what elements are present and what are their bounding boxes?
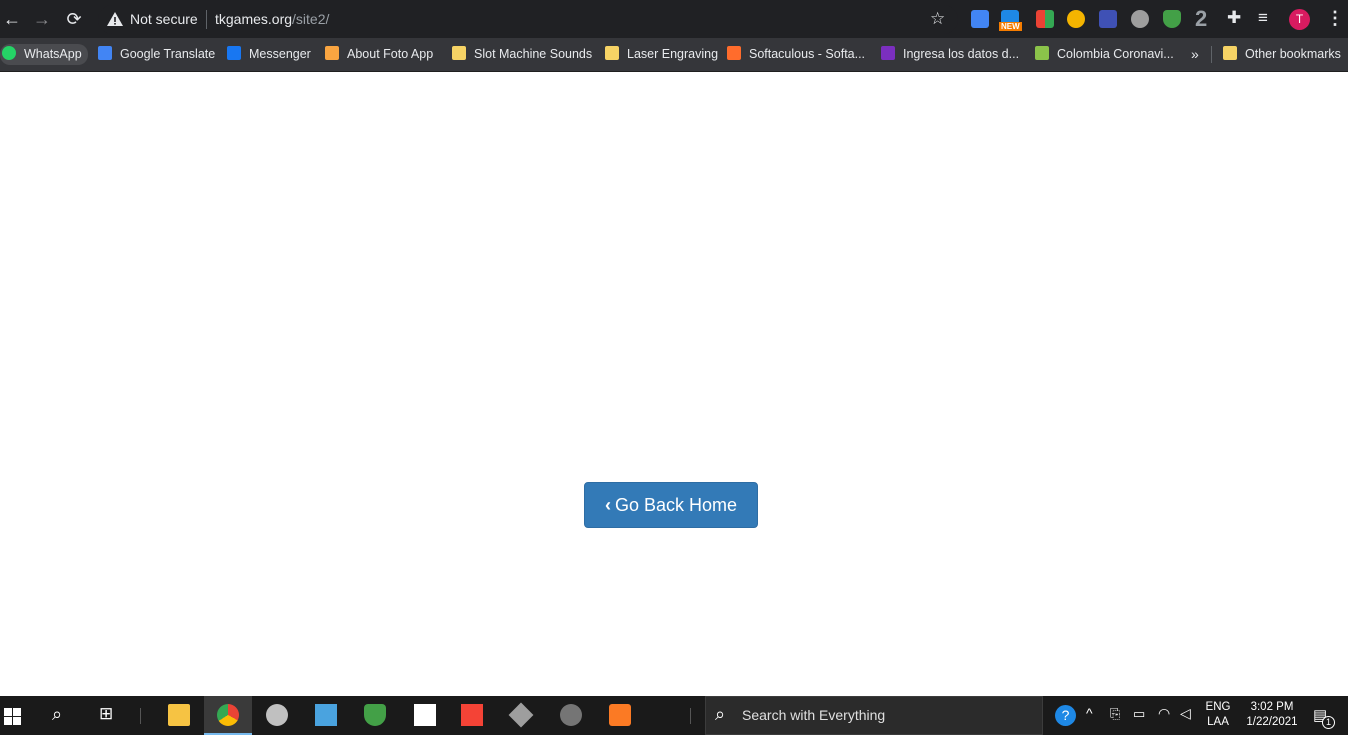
bookmark-star-icon[interactable]: ☆ bbox=[930, 9, 945, 29]
clock[interactable]: 3:02 PM 1/22/2021 bbox=[1240, 701, 1304, 728]
bookmark-label: About Foto App bbox=[347, 47, 434, 61]
forward-icon[interactable]: → bbox=[30, 7, 54, 31]
slack-extension-icon[interactable] bbox=[1036, 10, 1054, 28]
paint-app-icon[interactable] bbox=[266, 704, 288, 726]
language-code: ENG bbox=[1205, 701, 1231, 713]
folder-icon bbox=[452, 46, 466, 60]
bookmark-laser-engraving[interactable]: Laser Engraving bbox=[605, 44, 718, 65]
url-text[interactable]: tkgames.org/site2/ bbox=[215, 11, 329, 27]
two-extension-icon[interactable]: 2 bbox=[1195, 6, 1207, 32]
warning-icon[interactable] bbox=[106, 10, 124, 28]
url-path: /site2/ bbox=[292, 11, 330, 27]
back-icon[interactable]: ← bbox=[0, 7, 24, 31]
file-explorer-icon[interactable] bbox=[168, 704, 190, 726]
bookmark-other-bookmarks[interactable]: Other bookmarks bbox=[1223, 44, 1341, 65]
chrome-icon[interactable] bbox=[217, 704, 239, 726]
notification-count-badge: 1 bbox=[1322, 716, 1335, 729]
vpn-shield-icon[interactable] bbox=[364, 704, 386, 726]
facebook-icon bbox=[227, 46, 241, 60]
bookmark-label: Slot Machine Sounds bbox=[474, 47, 593, 61]
bookmark-google-translate[interactable]: Google Translate bbox=[98, 44, 215, 65]
chrome-menu-icon[interactable]: ⋮ bbox=[1326, 8, 1344, 29]
bookmark-about-foto-app[interactable]: About Foto App bbox=[325, 44, 433, 65]
omnibox-divider bbox=[206, 10, 207, 29]
clock-date: 1/22/2021 bbox=[1246, 716, 1298, 728]
bookmark-colombia-coronavirus[interactable]: Colombia Coronavi... bbox=[1035, 44, 1174, 65]
chevron-left-icon: ‹ bbox=[604, 495, 611, 515]
bookmark-label: WhatsApp bbox=[24, 47, 82, 61]
windows-start-icon[interactable] bbox=[4, 708, 21, 725]
media-queue-icon[interactable]: ≡ bbox=[1258, 8, 1268, 28]
anydesk-icon[interactable] bbox=[461, 704, 483, 726]
taskbar-search-icon[interactable]: ⌕ bbox=[52, 704, 62, 725]
softaculous-icon bbox=[727, 46, 741, 60]
tray-chevron-up-icon[interactable]: ^ bbox=[1086, 705, 1093, 721]
compass-extension-icon[interactable] bbox=[1067, 10, 1085, 28]
new-badge: NEW bbox=[999, 22, 1022, 31]
joomla-icon bbox=[325, 46, 339, 60]
clock-time: 3:02 PM bbox=[1250, 701, 1294, 713]
profile-avatar[interactable]: T bbox=[1289, 9, 1310, 30]
go-back-home-label: Go Back Home bbox=[614, 495, 738, 515]
flag-icon bbox=[881, 46, 895, 60]
taskbar-divider bbox=[690, 708, 691, 724]
bookmark-label: Other bookmarks bbox=[1245, 47, 1341, 61]
everything-search-placeholder: Search with Everything bbox=[742, 707, 886, 723]
wifi-icon[interactable]: ◠ bbox=[1158, 705, 1170, 722]
bookmarks-bar: WhatsApp Google Translate Messenger Abou… bbox=[0, 38, 1348, 72]
u-icon bbox=[1035, 46, 1049, 60]
folder-icon bbox=[1223, 46, 1237, 60]
document-icon[interactable] bbox=[414, 704, 436, 726]
language-indicator[interactable]: ENG LAA bbox=[1201, 701, 1235, 728]
inkscape-icon[interactable] bbox=[508, 702, 534, 728]
bookmark-messenger[interactable]: Messenger bbox=[227, 44, 311, 65]
bookmark-whatsapp[interactable]: WhatsApp bbox=[0, 44, 88, 65]
bookmark-slot-machine-sounds[interactable]: Slot Machine Sounds bbox=[452, 44, 592, 65]
device-icon[interactable]: ⎘ bbox=[1110, 706, 1120, 722]
google-translate-extension-icon[interactable] bbox=[971, 10, 989, 28]
help-icon[interactable]: ? bbox=[1055, 705, 1076, 726]
docs-extension-icon[interactable] bbox=[1099, 10, 1117, 28]
bookmark-label: Ingresa los datos d... bbox=[903, 47, 1020, 61]
folder-icon bbox=[605, 46, 619, 60]
bookmark-label: Messenger bbox=[249, 47, 311, 61]
xampp-icon[interactable] bbox=[609, 704, 631, 726]
shield-extension-icon[interactable] bbox=[1163, 10, 1181, 28]
security-label[interactable]: Not secure bbox=[130, 11, 198, 27]
google-translate-icon bbox=[98, 46, 112, 60]
bookmark-label: Softaculous - Softa... bbox=[749, 47, 866, 61]
bookmark-label: Laser Engraving bbox=[627, 47, 719, 61]
go-back-home-button[interactable]: ‹ Go Back Home bbox=[584, 482, 758, 528]
bookmarks-overflow-chevron-icon[interactable]: » bbox=[1191, 44, 1199, 65]
ball-extension-icon[interactable] bbox=[1131, 10, 1149, 28]
bookmark-ingresa-los-datos[interactable]: Ingresa los datos d... bbox=[881, 44, 1019, 65]
contacts-app-icon[interactable] bbox=[315, 704, 337, 726]
puzzle-icon[interactable]: ✚ bbox=[1227, 8, 1241, 28]
language-layout: LAA bbox=[1207, 716, 1229, 728]
url-host: tkgames.org bbox=[215, 11, 293, 27]
bookmark-label: Colombia Coronavi... bbox=[1057, 47, 1174, 61]
volume-icon[interactable]: ◁ bbox=[1180, 705, 1191, 722]
bookmark-softaculous[interactable]: Softaculous - Softa... bbox=[727, 44, 865, 65]
gimp-icon[interactable] bbox=[560, 704, 582, 726]
reload-icon[interactable]: ⟳ bbox=[62, 7, 86, 31]
browser-toolbar: ← → ⟳ Not secure tkgames.org/site2/ ☆ NE… bbox=[0, 0, 1348, 38]
task-view-icon[interactable]: ⊞ bbox=[99, 704, 113, 724]
battery-icon[interactable]: ▭ bbox=[1133, 706, 1145, 722]
bookmark-label: Google Translate bbox=[120, 47, 216, 61]
windows-taskbar: ⌕ ⊞ ⌕ Search with Everything ? ^ ⎘ ▭ ◠ ◁… bbox=[0, 696, 1348, 735]
whatsapp-icon bbox=[2, 46, 16, 60]
taskbar-divider bbox=[140, 708, 141, 724]
search-magnifier-icon: ⌕ bbox=[715, 704, 726, 724]
bookmarks-divider bbox=[1211, 46, 1212, 63]
